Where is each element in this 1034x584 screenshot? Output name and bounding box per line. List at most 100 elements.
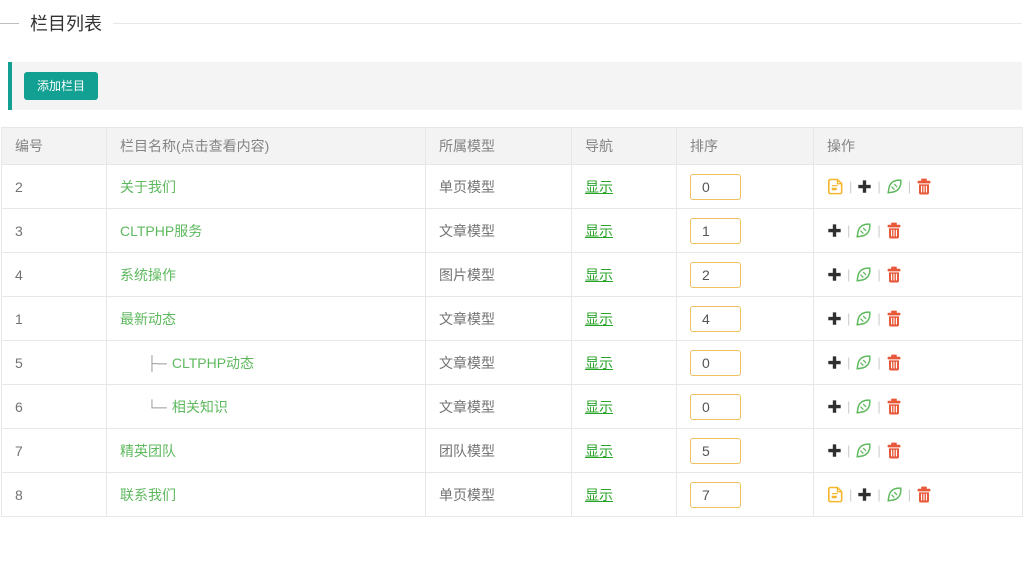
delete-button[interactable] — [886, 398, 902, 415]
column-name-link[interactable]: 关于我们 — [120, 179, 176, 195]
delete-button[interactable] — [916, 178, 932, 195]
add-child-button[interactable] — [827, 399, 842, 414]
column-id: 5 — [15, 354, 23, 371]
model-cell: 单页模型 — [425, 472, 572, 517]
edit-button[interactable] — [855, 222, 872, 239]
tree-branch-prefix: ├─ — [147, 354, 167, 371]
add-column-button[interactable]: 添加栏目 — [24, 72, 99, 100]
edit-button[interactable] — [855, 398, 872, 415]
actions-cell: | | | — [813, 472, 1023, 517]
sort-input[interactable] — [690, 437, 741, 464]
add-child-button[interactable] — [857, 179, 872, 194]
model-cell: 文章模型 — [425, 384, 572, 429]
delete-button[interactable] — [886, 310, 902, 327]
column-name-link[interactable]: 相关知识 — [172, 399, 228, 415]
actions-cell: | | | — [813, 164, 1023, 209]
nav-cell: 显示 — [571, 472, 677, 517]
delete-button[interactable] — [886, 266, 902, 283]
add-child-button[interactable] — [827, 267, 842, 282]
table-row: 6 └─相关知识 文章模型 显示 | | — [1, 384, 1023, 429]
document-icon — [827, 178, 844, 195]
column-name-link[interactable]: 联系我们 — [120, 487, 176, 503]
trash-icon — [886, 222, 902, 239]
pen-icon — [855, 222, 872, 239]
column-header-name: 栏目名称(点击查看内容) — [106, 127, 426, 165]
name-cell: └─ 相关知识 — [106, 384, 426, 429]
column-header-actions: 操作 — [813, 127, 1023, 165]
edit-button[interactable] — [886, 178, 903, 195]
model-cell: 图片模型 — [425, 252, 572, 297]
table-row: 3 CLTPHP服务 文章模型 显示 || — [1, 208, 1023, 253]
action-separator: | — [849, 487, 853, 503]
column-list-page: 栏目列表 添加栏目 编号 栏目名称(点击查看内容) 所属模型 导航 排序 操作 … — [0, 0, 1034, 517]
delete-button[interactable] — [886, 222, 902, 239]
action-separator: | — [877, 443, 881, 459]
sort-input[interactable] — [690, 349, 741, 376]
edit-button[interactable] — [855, 354, 872, 371]
sort-input[interactable] — [690, 261, 741, 288]
trash-icon — [886, 398, 902, 415]
content-edit-button[interactable] — [827, 178, 844, 195]
id-cell: 5 — [1, 340, 107, 385]
trash-icon — [886, 310, 902, 327]
nav-toggle-link[interactable]: 显示 — [585, 399, 613, 415]
nav-toggle-link[interactable]: 显示 — [585, 487, 613, 503]
column-name-link[interactable]: 精英团队 — [120, 443, 176, 459]
delete-button[interactable] — [886, 442, 902, 459]
column-id: 2 — [15, 178, 23, 195]
nav-toggle-link[interactable]: 显示 — [585, 311, 613, 327]
edit-button[interactable] — [855, 442, 872, 459]
action-separator: | — [877, 223, 881, 239]
sort-input[interactable] — [690, 393, 741, 420]
action-separator: | — [847, 311, 851, 327]
sort-input[interactable] — [690, 217, 741, 244]
add-child-button[interactable] — [857, 487, 872, 502]
add-child-button[interactable] — [827, 443, 842, 458]
add-child-button[interactable] — [827, 355, 842, 370]
sort-input[interactable] — [690, 481, 741, 508]
add-child-button[interactable] — [827, 223, 842, 238]
delete-button[interactable] — [886, 354, 902, 371]
edit-button[interactable] — [855, 310, 872, 327]
edit-button[interactable] — [886, 486, 903, 503]
table-header-row: 编号 栏目名称(点击查看内容) 所属模型 导航 排序 操作 — [1, 127, 1023, 165]
action-separator: | — [847, 267, 851, 283]
sort-cell — [676, 472, 814, 517]
column-name-link[interactable]: CLTPHP动态 — [172, 355, 254, 371]
name-cell: 关于我们 — [106, 164, 426, 209]
id-cell: 2 — [1, 164, 107, 209]
nav-cell: 显示 — [571, 340, 677, 385]
nav-toggle-link[interactable]: 显示 — [585, 355, 613, 371]
column-name-link[interactable]: 系统操作 — [120, 267, 176, 283]
content-edit-button[interactable] — [827, 486, 844, 503]
column-id: 6 — [15, 398, 23, 415]
action-separator: | — [877, 399, 881, 415]
plus-icon — [827, 355, 842, 370]
column-name-link[interactable]: CLTPHP服务 — [120, 223, 202, 239]
nav-toggle-link[interactable]: 显示 — [585, 223, 613, 239]
name-cell: ├─ CLTPHP动态 — [106, 340, 426, 385]
action-separator: | — [847, 399, 851, 415]
sort-cell — [676, 252, 814, 297]
nav-cell: 显示 — [571, 296, 677, 341]
column-id: 7 — [15, 442, 23, 459]
plus-icon — [827, 267, 842, 282]
add-child-button[interactable] — [827, 311, 842, 326]
column-header-model: 所属模型 — [425, 127, 572, 165]
name-cell: 最新动态 — [106, 296, 426, 341]
sort-input[interactable] — [690, 305, 741, 332]
model-cell: 文章模型 — [425, 296, 572, 341]
table-row: 2 关于我们 单页模型 显示 | | | — [1, 164, 1023, 209]
column-name-link[interactable]: 最新动态 — [120, 311, 176, 327]
nav-toggle-link[interactable]: 显示 — [585, 443, 613, 459]
edit-button[interactable] — [855, 266, 872, 283]
plus-icon — [857, 487, 872, 502]
sort-input[interactable] — [690, 173, 741, 200]
nav-toggle-link[interactable]: 显示 — [585, 179, 613, 195]
legend-left-line — [0, 22, 19, 24]
nav-toggle-link[interactable]: 显示 — [585, 267, 613, 283]
model-cell: 单页模型 — [425, 164, 572, 209]
nav-cell: 显示 — [571, 428, 677, 473]
delete-button[interactable] — [916, 486, 932, 503]
action-separator: | — [877, 311, 881, 327]
